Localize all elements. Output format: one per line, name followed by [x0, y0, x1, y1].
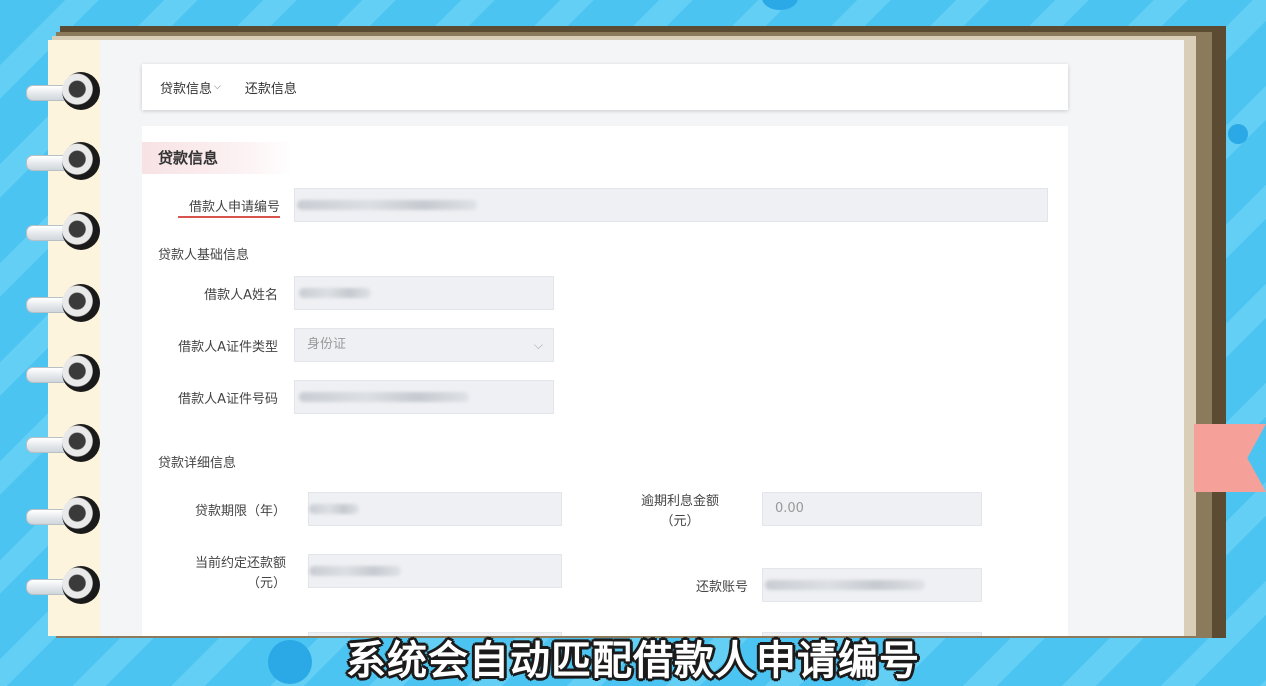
section-title: 贷款信息 — [142, 142, 292, 174]
nav-repayment-info-label: 还款信息 — [244, 81, 297, 97]
borrower-name-label: 借款人A姓名 — [204, 288, 278, 303]
borrower-name-field[interactable] — [294, 276, 554, 310]
current-repayment-label-line1: 当前约定还款额 — [194, 556, 286, 571]
loan-term-field[interactable] — [308, 492, 562, 526]
binder-ring — [26, 212, 102, 252]
basic-info-heading: 贷款人基础信息 — [158, 248, 250, 263]
redacted-value — [309, 566, 401, 576]
overdue-interest-label-line2: （元） — [660, 514, 700, 529]
binder-ring — [26, 424, 102, 464]
id-number-label: 借款人A证件号码 — [178, 392, 278, 407]
application-no-field[interactable] — [294, 188, 1048, 222]
binder-ring — [26, 142, 102, 182]
application-no-label: 借款人申请编号 — [188, 200, 280, 215]
highlight-underline — [178, 216, 280, 218]
top-navigation: 贷款信息 ⌵ 还款信息 — [142, 64, 1068, 110]
chevron-down-icon: ⌵ — [214, 82, 221, 92]
binder-ring — [26, 354, 102, 394]
nav-repayment-info[interactable]: 还款信息 — [245, 78, 297, 97]
video-caption: 系统会自动匹配借款人申请编号 — [346, 638, 920, 684]
chevron-down-icon: ⌵ — [533, 338, 543, 352]
detail-heading: 贷款详细信息 — [158, 456, 237, 471]
binder-ring — [26, 566, 102, 606]
overdue-interest-label-line1: 逾期利息金额 — [640, 494, 719, 509]
redacted-value — [299, 392, 469, 402]
binder-ring — [26, 72, 102, 112]
nav-loan-info[interactable]: 贷款信息 ⌵ — [160, 78, 221, 97]
overdue-interest-label: 逾期利息金额 （元） — [612, 492, 748, 532]
id-type-value: 身份证 — [307, 337, 347, 352]
current-repayment-label-line2: （元） — [246, 576, 286, 591]
nav-loan-info-label: 贷款信息 — [160, 81, 213, 97]
id-number-field[interactable] — [294, 380, 554, 414]
notebook-page: 贷款信息 ⌵ 还款信息 贷款信息 借款人申请编号 贷款人基础信息 借款人A姓名 … — [48, 40, 1184, 636]
loan-info-card: 贷款信息 借款人申请编号 贷款人基础信息 借款人A姓名 借款人A证件类型 身份证… — [142, 126, 1068, 636]
binder-ring — [26, 284, 102, 324]
redacted-value — [299, 288, 371, 298]
current-repayment-label: 当前约定还款额 （元） — [152, 554, 286, 594]
binder-ring — [26, 496, 102, 536]
repayment-account-field[interactable] — [762, 568, 982, 602]
redacted-value — [309, 504, 359, 514]
decor-dot — [1228, 124, 1248, 144]
redacted-value — [765, 580, 925, 590]
overdue-interest-value: 0.00 — [775, 501, 804, 516]
id-type-label: 借款人A证件类型 — [178, 340, 278, 355]
binding-strip — [48, 40, 100, 636]
id-type-select[interactable]: 身份证 ⌵ — [294, 328, 554, 362]
repayment-account-label: 还款账号 — [695, 580, 748, 595]
loan-term-label: 贷款期限（年） — [194, 504, 286, 519]
overdue-interest-field[interactable]: 0.00 — [762, 492, 982, 526]
redacted-value — [297, 200, 477, 210]
current-repayment-field[interactable] — [308, 554, 562, 588]
